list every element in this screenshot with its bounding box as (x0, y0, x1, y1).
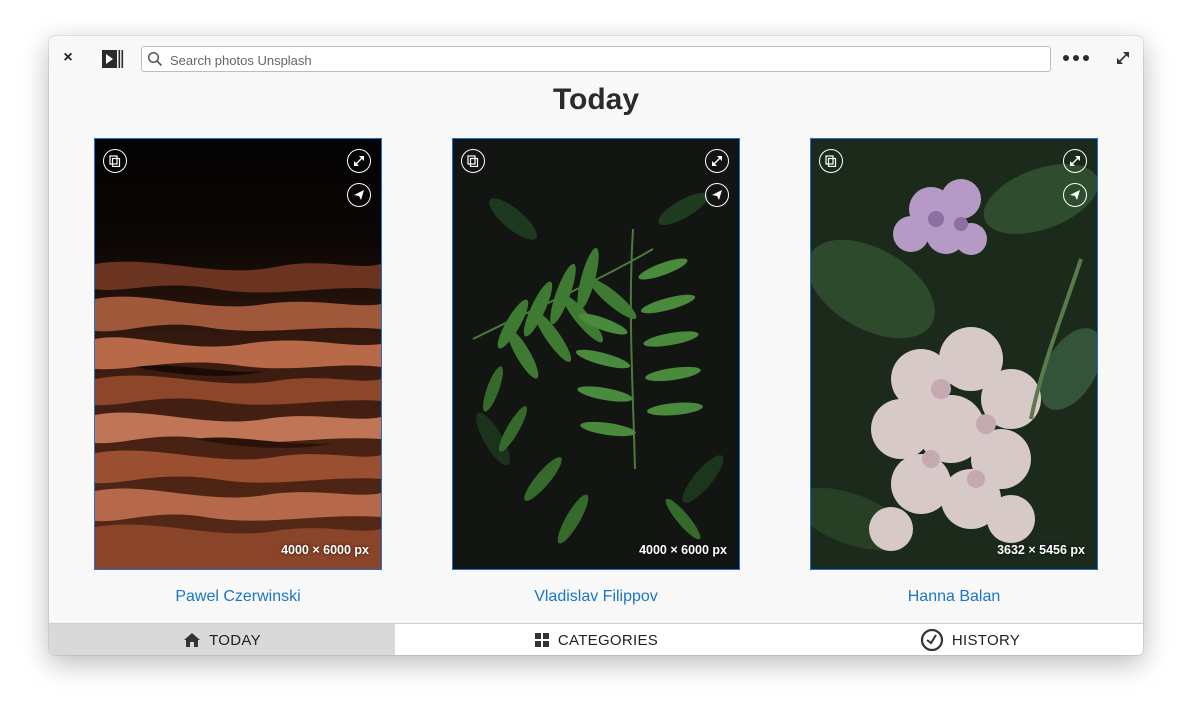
tab-categories-label: CATEGORIES (557, 631, 659, 649)
page-title: Today (552, 83, 640, 116)
search-box (141, 46, 1051, 72)
copy-icon (467, 155, 479, 167)
share-button[interactable] (705, 183, 729, 207)
paper-plane-icon (354, 190, 364, 200)
hydrangea-flowers-image (811, 139, 1097, 569)
photo-author-link[interactable]: Pawel Czerwinski (94, 588, 382, 606)
fullscreen-button[interactable] (705, 149, 729, 173)
share-button[interactable] (347, 183, 371, 207)
photo-thumbnail[interactable]: 3632 × 5456 px (810, 138, 1098, 570)
search-input[interactable] (168, 49, 1042, 71)
tab-today-label: TODAY (209, 631, 261, 649)
clock-icon (920, 628, 944, 652)
photo-thumbnail[interactable]: 4000 × 6000 px (452, 138, 740, 570)
home-icon (183, 632, 201, 648)
close-button[interactable]: × (59, 48, 77, 68)
abstract-waves-image (95, 139, 381, 569)
app-logo-button[interactable] (101, 48, 125, 70)
expand-icon (354, 156, 364, 166)
photo-author-link[interactable]: Vladislav Filippov (452, 588, 740, 606)
photo-dimensions: 4000 × 6000 px (281, 543, 369, 557)
toolbar: × (49, 36, 1143, 82)
search-icon (147, 51, 163, 67)
copy-icon (109, 155, 121, 167)
expand-icon (1117, 52, 1129, 64)
bottom-nav: TODAY CATEGORIES HISTORY (49, 623, 1143, 655)
close-icon: × (63, 49, 73, 66)
tab-history[interactable]: HISTORY (797, 624, 1143, 655)
photo-card: 3632 × 5456 px Hanna Balan (810, 138, 1098, 605)
share-button[interactable] (1063, 183, 1087, 207)
photo-card: 4000 × 6000 px Vladislav Filippov (452, 138, 740, 605)
photo-card: 4000 × 6000 px Pawel Czerwinski (94, 138, 382, 605)
copy-button[interactable] (819, 149, 843, 173)
expand-icon (712, 156, 722, 166)
paper-plane-icon (712, 190, 722, 200)
grid-icon (534, 632, 550, 648)
tab-history-label: HISTORY (951, 631, 1021, 649)
film-play-icon (102, 50, 124, 68)
more-options-button[interactable] (1061, 48, 1091, 68)
fullscreen-button[interactable] (1063, 149, 1087, 173)
more-dots-icon (1063, 55, 1089, 61)
photo-dimensions: 3632 × 5456 px (997, 543, 1085, 557)
expand-window-button[interactable] (1115, 50, 1133, 68)
tab-categories[interactable]: CATEGORIES (395, 624, 797, 655)
paper-plane-icon (1070, 190, 1080, 200)
photo-thumbnail[interactable]: 4000 × 6000 px (94, 138, 382, 570)
app-window: × Search photos Unsplash Today 4000 × 60… (49, 36, 1143, 655)
fern-leaves-image (453, 139, 739, 569)
copy-button[interactable] (461, 149, 485, 173)
copy-icon (825, 155, 837, 167)
photo-dimensions: 4000 × 6000 px (639, 543, 727, 557)
copy-button[interactable] (103, 149, 127, 173)
photo-author-link[interactable]: Hanna Balan (810, 588, 1098, 606)
tab-today[interactable]: TODAY (49, 624, 395, 655)
expand-icon (1070, 156, 1080, 166)
fullscreen-button[interactable] (347, 149, 371, 173)
